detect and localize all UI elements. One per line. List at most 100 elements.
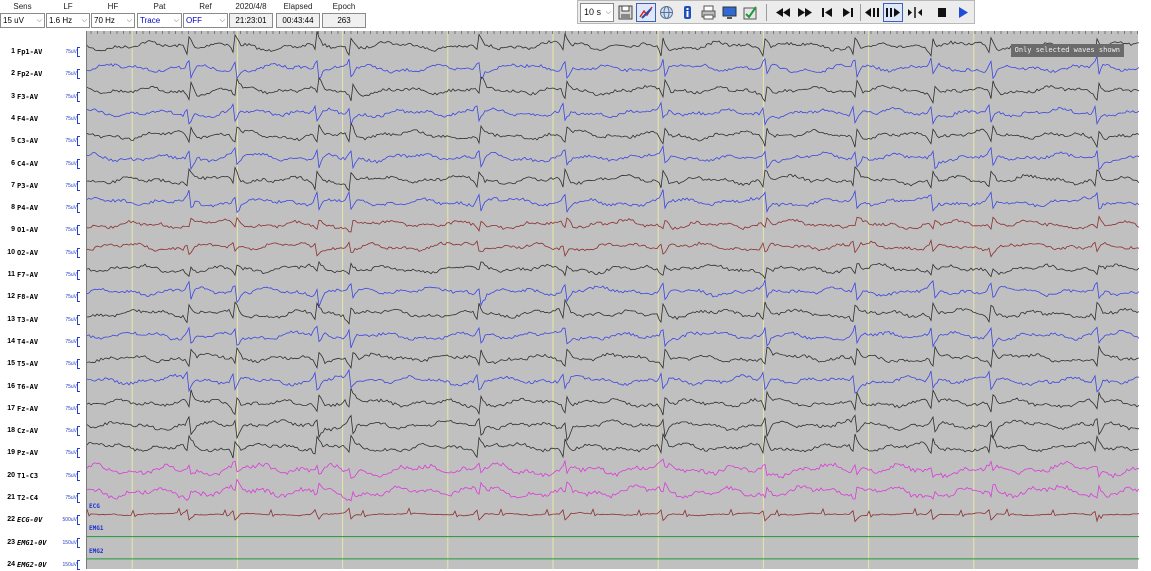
- eeg-trace: [87, 238, 1139, 258]
- channel-label-row[interactable]: 7 P3-AV 75uV: [0, 180, 86, 192]
- channel-label-row[interactable]: 1 Fp1-AV 75uV: [0, 46, 86, 58]
- sens-value: 15 uV: [3, 16, 24, 25]
- channel-label-row[interactable]: 17 Fz-AV 75uV: [0, 403, 86, 415]
- channel-number: 19: [7, 449, 15, 457]
- eeg-waveform-panel[interactable]: Only selected waves shown ECG EMG1 EMG2: [86, 31, 1139, 569]
- selected-waves-notice: Only selected waves shown: [1010, 44, 1124, 57]
- date-label: 2020/4/8: [235, 2, 267, 11]
- jump-icon[interactable]: [905, 3, 925, 22]
- lf-select[interactable]: 1.6 Hz ⌵: [46, 13, 90, 28]
- channel-label-row[interactable]: 18 Cz-AV 75uV: [0, 425, 86, 437]
- chevron-down-icon: ⌵: [173, 17, 179, 24]
- eeg-trace: [87, 101, 1139, 126]
- channel-label-row[interactable]: 15 T5-AV 75uV: [0, 358, 86, 370]
- pat-select[interactable]: Trace ⌵: [137, 13, 182, 28]
- scale-bar-icon: [77, 381, 80, 392]
- step-forward-icon[interactable]: [883, 3, 903, 22]
- fast-forward-icon[interactable]: [794, 3, 815, 22]
- channel-label-row[interactable]: 21 T2-C4 75uV: [0, 492, 86, 504]
- globe-icon[interactable]: [657, 3, 676, 22]
- emg2-trace-tag: EMG2: [89, 548, 104, 555]
- channel-label-row[interactable]: 4 F4-AV 75uV: [0, 113, 86, 125]
- channel-label-row[interactable]: 13 T3-AV 75uV: [0, 314, 86, 326]
- channel-scale: 75uV: [65, 383, 77, 390]
- channel-label-row[interactable]: 6 C4-AV 75uV: [0, 158, 86, 170]
- channel-scale: 75uV: [65, 138, 77, 145]
- channel-label-row[interactable]: 3 F3-AV 75uV: [0, 91, 86, 103]
- channel-label-row[interactable]: 8 P4-AV 75uV: [0, 202, 86, 214]
- scale-bar-icon: [77, 314, 80, 325]
- channel-label-row[interactable]: 19 Pz-AV 75uV: [0, 447, 86, 459]
- channel-label-row[interactable]: 2 Fp2-AV 75uV: [0, 68, 86, 80]
- channel-name: T2-C4: [17, 494, 39, 502]
- channel-label-row[interactable]: 12 F8-AV 75uV: [0, 291, 86, 303]
- chevron-down-icon: ⌵: [219, 17, 225, 24]
- channel-name: Fz-AV: [17, 404, 39, 413]
- channel-number: 14: [7, 337, 15, 345]
- hf-select[interactable]: 70 Hz ⌵: [91, 13, 135, 28]
- eeg-trace: [87, 122, 1139, 149]
- channel-number: 18: [7, 427, 15, 435]
- scale-bar-icon: [77, 426, 80, 437]
- ref-control: Ref OFF ⌵: [183, 0, 228, 29]
- export-icon[interactable]: [741, 3, 760, 22]
- channel-scale: 75uV: [65, 205, 77, 212]
- epoch-label: Epoch: [332, 2, 356, 11]
- step-back-icon[interactable]: [862, 3, 882, 22]
- channel-label-row[interactable]: 24 EMG2-0V 150uV: [0, 559, 86, 571]
- channel-number: 21: [7, 494, 15, 501]
- chevron-down-icon: ⌵: [81, 17, 87, 24]
- fast-rewind-icon[interactable]: [772, 3, 793, 22]
- channel-number: 1: [11, 48, 15, 55]
- channel-label-row[interactable]: 11 F7-AV 75uV: [0, 269, 86, 281]
- monitor-icon[interactable]: [720, 3, 739, 22]
- ref-select[interactable]: OFF ⌵: [183, 13, 228, 28]
- channel-label-row[interactable]: 5 C3-AV 75uV: [0, 135, 86, 147]
- skip-end-icon[interactable]: [839, 3, 857, 22]
- save-icon[interactable]: [616, 3, 635, 22]
- elapsed-label: Elapsed: [283, 2, 313, 11]
- toolbar-separator: [766, 4, 767, 21]
- channel-number: 20: [7, 471, 15, 479]
- channel-number: 2: [11, 70, 15, 78]
- edit-chart-icon[interactable]: [636, 3, 656, 22]
- channel-label-row[interactable]: 22 ECG-0V 500uV: [0, 514, 86, 526]
- time-display: 2020/4/8 21:23:01: [229, 0, 273, 29]
- info-icon[interactable]: [678, 3, 697, 22]
- eeg-trace: [87, 260, 1139, 280]
- pat-value: Trace: [140, 16, 161, 25]
- scale-bar-icon: [77, 225, 80, 236]
- channel-name: C3-AV: [17, 137, 39, 146]
- channel-label-row[interactable]: 10 O2-AV 75uV: [0, 247, 86, 259]
- scale-bar-icon: [77, 493, 80, 503]
- channel-label-row[interactable]: 14 T4-AV 75uV: [0, 336, 86, 348]
- stop-icon[interactable]: [933, 3, 951, 22]
- channel-number: 11: [7, 271, 15, 278]
- epoch-value[interactable]: 263: [322, 13, 366, 28]
- eeg-trace: [87, 144, 1139, 171]
- scale-bar-icon: [77, 336, 80, 347]
- channel-scale: 75uV: [65, 93, 77, 100]
- review-toolbar: 10 s ⌵: [577, 0, 975, 24]
- print-icon[interactable]: [699, 3, 718, 22]
- channel-label-row[interactable]: 16 T6-AV 75uV: [0, 381, 86, 393]
- timebase-select[interactable]: 10 s ⌵: [580, 3, 614, 22]
- emg1-trace-tag: EMG1: [89, 525, 104, 532]
- eeg-trace: [87, 298, 1139, 325]
- channel-name: T5-AV: [17, 360, 39, 369]
- channel-label-row[interactable]: 20 T1-C3 75uV: [0, 470, 86, 482]
- channel-number: 13: [7, 315, 15, 323]
- hf-value: 70 Hz: [94, 16, 115, 25]
- channel-scale: 75uV: [65, 405, 77, 412]
- channel-name: EMG1-0V: [17, 538, 47, 547]
- channel-label-row[interactable]: 9 O1-AV 75uV: [0, 224, 86, 236]
- channel-number: 8: [11, 204, 15, 212]
- skip-start-icon[interactable]: [818, 3, 836, 22]
- toolbar-separator: [860, 4, 861, 21]
- channel-label-row[interactable]: 23 EMG1-0V 150uV: [0, 537, 86, 549]
- play-icon[interactable]: [954, 3, 972, 22]
- eeg-trace: [87, 414, 1139, 442]
- sens-select[interactable]: 15 uV ⌵: [0, 13, 45, 28]
- elapsed-display: Elapsed 00:43:44: [276, 0, 320, 29]
- channel-label-column: 1 Fp1-AV 75uV 2 Fp2-AV 75uV 3 F3-AV 75uV 4 F4-AV 75…: [0, 34, 86, 571]
